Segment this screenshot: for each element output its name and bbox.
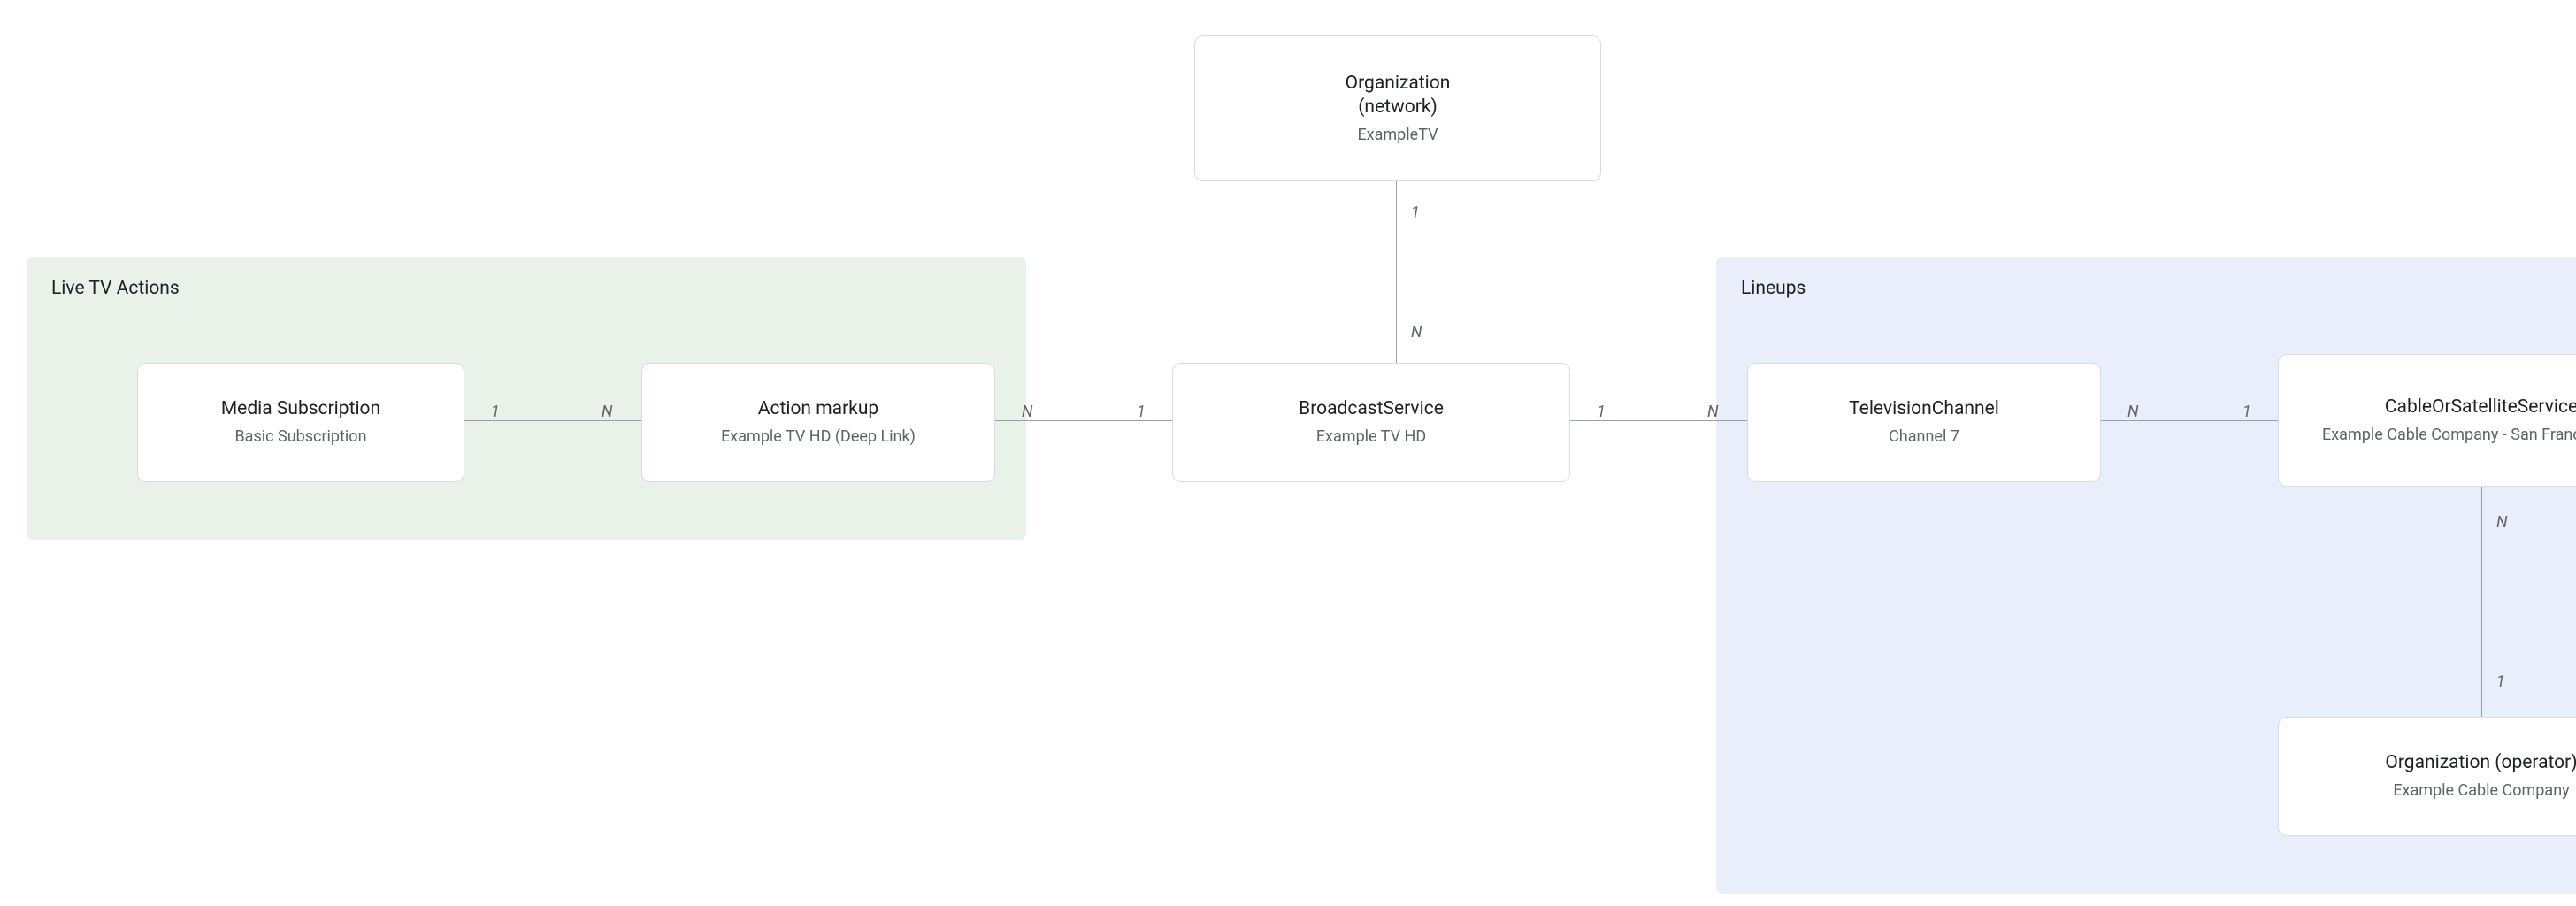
card-1: 1 bbox=[2242, 403, 2251, 421]
node-title: Media Subscription bbox=[221, 397, 380, 421]
card-1: 1 bbox=[1411, 203, 1420, 222]
card-1: 1 bbox=[1597, 403, 1606, 421]
edge-cable-orgop bbox=[2481, 487, 2482, 717]
card-n: N bbox=[2496, 513, 2507, 532]
group-label-lineups: Lineups bbox=[1741, 278, 2576, 299]
node-sub: Example TV HD bbox=[1316, 426, 1426, 447]
edge-broadcast-org bbox=[1396, 181, 1397, 363]
card-1: 1 bbox=[491, 403, 500, 421]
card-n: N bbox=[1411, 323, 1422, 342]
node-broadcast-service: BroadcastService Example TV HD bbox=[1172, 363, 1570, 482]
node-television-channel: TelevisionChannel Channel 7 bbox=[1747, 363, 2101, 482]
node-title: Organization (operator) bbox=[2385, 751, 2576, 775]
card-n: N bbox=[602, 403, 612, 421]
card-1: 1 bbox=[2496, 672, 2505, 691]
node-organization-network: Organization (network) ExampleTV bbox=[1194, 35, 1601, 181]
node-organization-operator: Organization (operator) Example Cable Co… bbox=[2278, 717, 2576, 836]
node-sub: Example Cable Company bbox=[2393, 780, 2569, 801]
group-label-live: Live TV Actions bbox=[51, 278, 1001, 299]
node-sub: Example Cable Company - San Francisco Ba… bbox=[2304, 425, 2576, 445]
node-sub: Example TV HD (Deep Link) bbox=[721, 426, 916, 447]
node-title: TelevisionChannel bbox=[1849, 397, 1999, 421]
node-title: BroadcastService bbox=[1299, 397, 1444, 421]
node-cable-satellite-service: CableOrSatelliteService Example Cable Co… bbox=[2278, 354, 2576, 487]
card-n: N bbox=[1707, 403, 1718, 421]
node-action-markup: Action markup Example TV HD (Deep Link) bbox=[641, 363, 995, 482]
card-n: N bbox=[1022, 403, 1032, 421]
node-title: CableOrSatelliteService bbox=[2385, 395, 2576, 419]
card-1: 1 bbox=[1137, 403, 1146, 421]
node-sub: Channel 7 bbox=[1889, 426, 1959, 447]
card-n: N bbox=[2128, 403, 2138, 421]
node-title: Action markup bbox=[758, 397, 878, 421]
node-sub: Basic Subscription bbox=[234, 426, 366, 447]
node-sub: ExampleTV bbox=[1357, 125, 1438, 145]
node-title: Organization (network) bbox=[1346, 72, 1451, 120]
node-media-subscription: Media Subscription Basic Subscription bbox=[137, 363, 464, 482]
